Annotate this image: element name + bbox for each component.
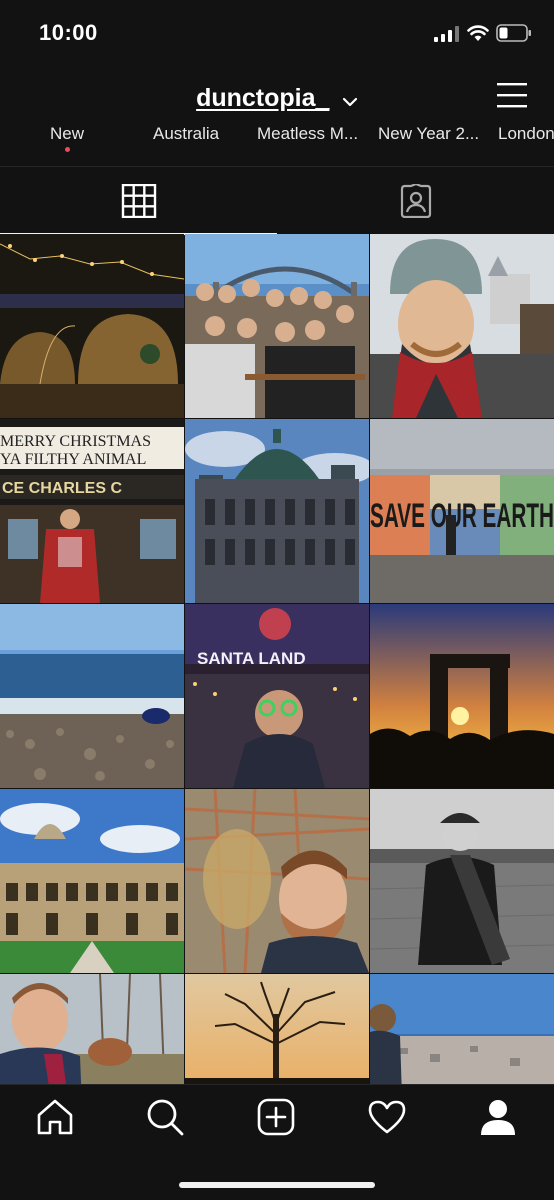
tab-tagged[interactable] <box>277 167 554 235</box>
tagged-person-icon <box>400 184 432 218</box>
bottom-navigation <box>0 1084 554 1200</box>
new-post-icon[interactable] <box>256 1097 296 1137</box>
wifi-icon <box>467 25 489 41</box>
username[interactable]: dunctopia_ <box>196 84 329 112</box>
wall-graffiti: SAVE OUR EARTH <box>370 497 554 535</box>
post-thumbnail[interactable] <box>0 234 184 418</box>
marquee-line-1: MERRY CHRISTMAS <box>0 433 151 450</box>
post-thumbnail[interactable] <box>370 789 554 973</box>
hamburger-menu-icon[interactable] <box>496 80 528 110</box>
grid-icon <box>121 184 157 218</box>
photo-tree-sunset <box>185 974 369 1084</box>
photo-christmas-cinema: MERRY CHRISTMAS YA FILTHY ANIMAL CE CHAR… <box>0 419 184 603</box>
profile-tabs <box>0 166 554 235</box>
post-thumbnail[interactable] <box>370 234 554 418</box>
photo-grid: MERRY CHRISTMAS YA FILTHY ANIMAL CE CHAR… <box>0 234 554 1084</box>
post-thumbnail[interactable] <box>185 419 369 603</box>
story-highlights-row: New Australia Meatless M... New Year 2..… <box>0 122 554 166</box>
post-thumbnail[interactable] <box>185 789 369 973</box>
profile-icon[interactable] <box>478 1097 518 1137</box>
activity-heart-icon[interactable] <box>367 1097 407 1137</box>
photo-highland-cow-selfie <box>0 974 184 1084</box>
post-thumbnail[interactable] <box>185 974 369 1084</box>
post-thumbnail[interactable] <box>370 604 554 788</box>
post-thumbnail[interactable]: SAVE OUR EARTH <box>370 419 554 603</box>
photo-van-gogh-selfie <box>185 789 369 973</box>
highlight-meatless[interactable]: Meatless M... <box>257 124 358 144</box>
account-switcher[interactable]: dunctopia_ <box>0 84 554 113</box>
photo-santa-land: SANTA LAND <box>185 604 369 788</box>
photo-city-view <box>370 974 554 1084</box>
post-thumbnail[interactable] <box>185 234 369 418</box>
new-indicator-dot <box>65 147 70 152</box>
home-indicator[interactable] <box>179 1182 375 1188</box>
status-bar: 10:00 <box>0 0 554 68</box>
photo-bw-portrait <box>370 789 554 973</box>
photo-pebble-beach <box>0 604 184 788</box>
photo-sydney-group <box>185 234 369 418</box>
photo-sunset-gate <box>370 604 554 788</box>
home-icon[interactable] <box>35 1097 75 1137</box>
photo-winter-domes <box>0 234 184 418</box>
marquee-line-2: YA FILTHY ANIMAL <box>0 451 146 468</box>
highlight-new[interactable]: New <box>50 124 84 144</box>
photo-monastery <box>0 789 184 973</box>
santa-land-sign: SANTA LAND <box>197 649 306 668</box>
post-thumbnail[interactable] <box>0 604 184 788</box>
photo-berlin-cathedral <box>185 419 369 603</box>
battery-icon <box>496 24 531 42</box>
tab-posts-grid[interactable] <box>0 167 277 235</box>
profile-header: dunctopia_ <box>0 68 554 128</box>
photo-berlin-wall-art: SAVE OUR EARTH <box>370 419 554 603</box>
post-thumbnail[interactable] <box>0 789 184 973</box>
search-icon[interactable] <box>145 1097 185 1137</box>
status-time: 10:00 <box>39 20 98 45</box>
highlight-london[interactable]: London <box>498 124 554 144</box>
photo-castle-selfie <box>370 234 554 418</box>
post-thumbnail[interactable]: MERRY CHRISTMAS YA FILTHY ANIMAL CE CHAR… <box>0 419 184 603</box>
post-thumbnail[interactable] <box>0 974 184 1084</box>
post-thumbnail[interactable]: SANTA LAND <box>185 604 369 788</box>
post-thumbnail[interactable] <box>370 974 554 1084</box>
highlight-australia[interactable]: Australia <box>153 124 219 144</box>
cellular-signal-icon <box>434 26 459 42</box>
highlight-new-year[interactable]: New Year 2... <box>378 124 479 144</box>
chevron-down-icon[interactable] <box>342 96 358 108</box>
cinema-sign: CE CHARLES C <box>2 480 122 497</box>
